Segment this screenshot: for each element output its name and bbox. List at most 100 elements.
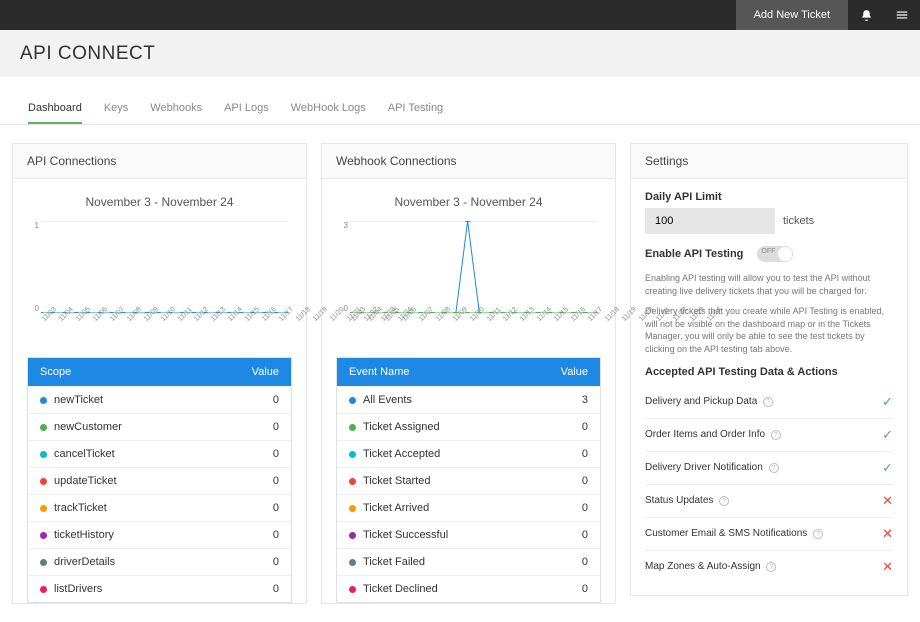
color-dot [349, 586, 356, 593]
row-value: 0 [273, 421, 279, 433]
row-label: All Events [363, 394, 412, 406]
table-row: Ticket Failed0 [337, 548, 600, 575]
help-icon[interactable]: ? [769, 463, 779, 473]
main: API Connections November 3 - November 24… [0, 125, 920, 622]
color-dot [349, 505, 356, 512]
row-label: listDrivers [54, 583, 102, 595]
topbar: Add New Ticket [0, 0, 920, 30]
help-icon[interactable]: ? [771, 430, 781, 440]
color-dot [40, 505, 47, 512]
tab-webhook-logs[interactable]: WebHook Logs [291, 102, 366, 124]
action-label: Map Zones & Auto-Assign ? [645, 561, 776, 572]
row-value: 0 [273, 448, 279, 460]
row-value: 0 [273, 394, 279, 406]
enable-testing-label: Enable API Testing [645, 248, 743, 260]
api-chart: 1011/0311/0411/0511/0611/0711/0811/0911/… [41, 221, 288, 331]
tab-webhooks[interactable]: Webhooks [150, 102, 202, 124]
check-icon: ✓ [882, 427, 893, 443]
help-icon[interactable]: ? [813, 529, 823, 539]
table-row: newCustomer 0 [28, 413, 291, 440]
col-header: Value [561, 366, 588, 378]
tab-api-logs[interactable]: API Logs [224, 102, 269, 124]
tab-dashboard[interactable]: Dashboard [28, 102, 82, 124]
color-dot [349, 424, 356, 431]
check-icon: ✓ [882, 394, 893, 410]
chart-date-range: November 3 - November 24 [27, 195, 292, 209]
color-dot [349, 532, 356, 539]
settings-panel: Settings Daily API Limit tickets Enable … [630, 143, 908, 596]
api-limit-label: Daily API Limit [645, 191, 893, 203]
help-icon[interactable]: ? [766, 562, 776, 572]
cross-icon: ✕ [882, 526, 893, 542]
cross-icon: ✕ [882, 493, 893, 509]
color-dot [40, 532, 47, 539]
panel-title: API Connections [13, 144, 306, 179]
row-value: 0 [582, 421, 588, 433]
row-label: ticketHistory [54, 529, 114, 541]
row-value: 0 [582, 448, 588, 460]
api-connections-panel: API Connections November 3 - November 24… [12, 143, 307, 604]
action-row: Order Items and Order Info ?✓ [645, 419, 893, 452]
action-row: Status Updates ? ✕ [645, 485, 893, 518]
col-header: Scope [40, 366, 71, 378]
color-dot [349, 451, 356, 458]
table-row: listDrivers0 [28, 575, 291, 602]
row-value: 0 [273, 529, 279, 541]
row-label: trackTicket [54, 502, 107, 514]
api-limit-input[interactable] [645, 208, 775, 234]
row-label: newCustomer [54, 421, 122, 433]
action-label: Delivery and Pickup Data ? [645, 396, 773, 407]
row-value: 3 [582, 394, 588, 406]
panel-title: Settings [631, 144, 907, 179]
col-header: Value [252, 366, 279, 378]
help-text: Enabling API testing will allow you to t… [645, 272, 893, 297]
row-label: updateTicket [54, 475, 117, 487]
color-dot [349, 559, 356, 566]
enable-testing-toggle[interactable]: OFF [757, 246, 793, 262]
col-header: Event Name [349, 366, 410, 378]
page-header: API CONNECT [0, 30, 920, 77]
action-row: Map Zones & Auto-Assign ?✕ [645, 551, 893, 583]
color-dot [349, 397, 356, 404]
panel-title: Webhook Connections [322, 144, 615, 179]
api-table: ScopeValuenewTicket0newCustomer0cancelTi… [27, 357, 292, 603]
row-label: Ticket Started [363, 475, 430, 487]
table-row: All Events 3 [337, 386, 600, 413]
help-icon[interactable]: ? [719, 496, 729, 506]
tab-keys[interactable]: Keys [104, 102, 128, 124]
color-dot [40, 586, 47, 593]
color-dot [349, 478, 356, 485]
action-row: Delivery and Pickup Data ? ✓ [645, 386, 893, 419]
row-value: 0 [582, 556, 588, 568]
table-row: Ticket Assigned0 [337, 413, 600, 440]
action-row: Customer Email & SMS Notifications ?✕ [645, 518, 893, 551]
row-label: Ticket Arrived [363, 502, 429, 514]
webhook-table: Event Name Value All Events 3 Ticket Assigne… [336, 357, 601, 603]
tabs: Dashboard Keys Webhooks API Logs WebHook Log… [0, 89, 920, 125]
row-label: driverDetails [54, 556, 115, 568]
action-label: Delivery Driver Notification ? [645, 462, 779, 473]
action-row: Delivery Driver Notification ?✓ [645, 452, 893, 485]
color-dot [40, 451, 47, 458]
color-dot [40, 478, 47, 485]
color-dot [40, 424, 47, 431]
actions-list: Delivery and Pickup Data ?✓Order Items a… [645, 386, 893, 583]
table-row: trackTicket0 [28, 494, 291, 521]
row-label: newTicket [54, 394, 103, 406]
menu-icon[interactable] [884, 0, 920, 30]
chart-date-range: November 3 - November 24 [336, 195, 601, 209]
table-row: cancelTicket0 [28, 440, 291, 467]
add-ticket-button[interactable]: Add New Ticket [736, 0, 848, 30]
tab-api-testing[interactable]: API Testing [388, 102, 443, 124]
webhook-connections-panel: Webhook Connections November 3 - Novembe… [321, 143, 616, 604]
action-label: Status Updates ? [645, 495, 729, 506]
api-limit-unit: tickets [783, 215, 814, 227]
row-value: 0 [582, 502, 588, 514]
page-title: API CONNECT [20, 43, 900, 65]
row-value: 0 [273, 556, 279, 568]
help-icon[interactable]: ? [763, 397, 773, 407]
bell-icon[interactable] [848, 0, 884, 30]
actions-label: Accepted API Testing Data & Actions [645, 366, 893, 378]
row-value: 0 [273, 475, 279, 487]
table-row: Ticket Successful0 [337, 521, 600, 548]
